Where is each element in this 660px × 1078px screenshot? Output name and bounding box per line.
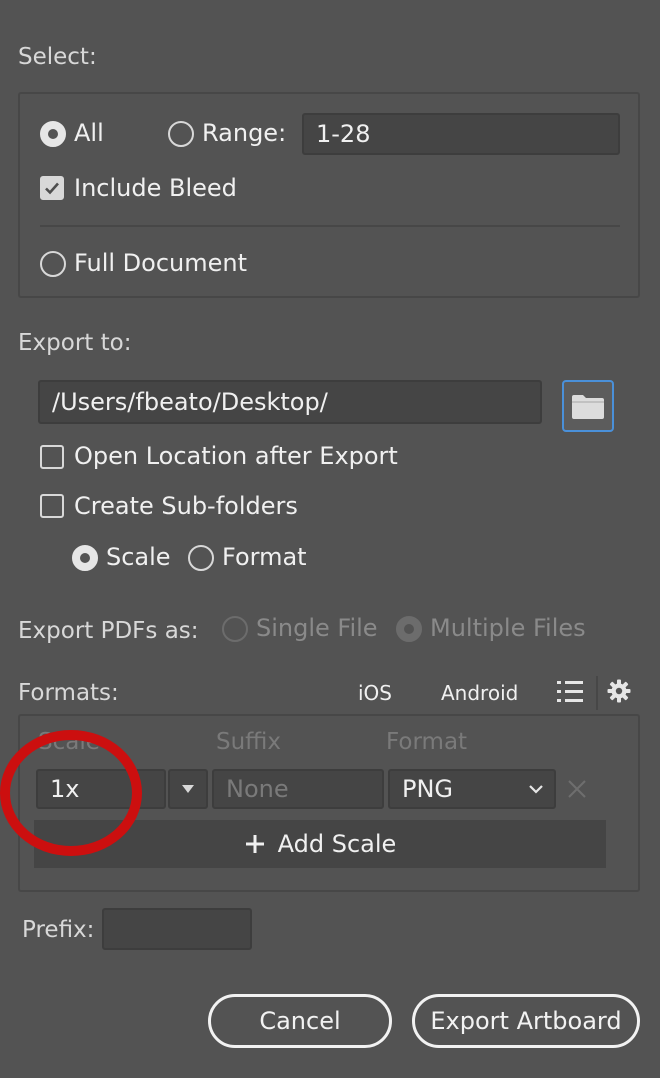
range-label[interactable]: Range: (202, 119, 286, 147)
plus-icon (245, 835, 264, 853)
format-select-value: PNG (402, 775, 454, 803)
range-radio[interactable] (168, 121, 194, 147)
export-pdfs-heading: Export PDFs as: (18, 618, 199, 644)
folder-icon (572, 395, 604, 419)
all-radio[interactable] (40, 121, 66, 147)
chevron-down-icon (529, 785, 543, 794)
add-scale-label: Add Scale (277, 830, 397, 858)
formats-heading: Formats: (18, 680, 119, 706)
all-label[interactable]: All (74, 119, 104, 147)
full-document-label[interactable]: Full Document (74, 249, 247, 277)
cancel-button[interactable]: Cancel (208, 994, 392, 1048)
triangle-down-icon (182, 785, 194, 793)
export-path-field[interactable]: /Users/fbeato/Desktop/ (38, 380, 542, 424)
subfolder-scale-label[interactable]: Scale (106, 543, 171, 571)
browse-folder-button[interactable] (562, 380, 614, 432)
multiple-files-radio[interactable] (396, 616, 422, 642)
select-heading: Select: (18, 44, 97, 70)
range-input[interactable]: 1-28 (302, 113, 620, 155)
suffix-input[interactable]: None (212, 769, 384, 809)
prefix-input[interactable] (102, 908, 252, 950)
subfolder-format-label[interactable]: Format (222, 543, 307, 571)
toolbar-divider (596, 676, 598, 710)
single-file-label[interactable]: Single File (256, 614, 378, 642)
android-preset-button[interactable]: Android (441, 681, 518, 705)
open-location-checkbox[interactable] (40, 445, 64, 469)
multiple-files-label[interactable]: Multiple Files (430, 614, 586, 642)
create-subfolders-label[interactable]: Create Sub-folders (74, 492, 298, 520)
list-icon[interactable] (556, 679, 584, 705)
include-bleed-checkbox[interactable] (40, 176, 64, 200)
select-divider (40, 225, 620, 227)
add-scale-button[interactable]: Add Scale (34, 820, 606, 868)
scale-column-header: Scale (38, 729, 100, 755)
scale-dropdown-button[interactable] (168, 769, 208, 809)
single-file-radio[interactable] (222, 616, 248, 642)
subfolder-format-radio[interactable] (188, 545, 214, 571)
export-artboard-button[interactable]: Export Artboard (412, 994, 640, 1048)
subfolder-scale-radio[interactable] (72, 545, 98, 571)
ios-preset-button[interactable]: iOS (358, 681, 392, 705)
open-location-label[interactable]: Open Location after Export (74, 442, 398, 470)
export-to-heading: Export to: (18, 330, 132, 356)
include-bleed-label[interactable]: Include Bleed (74, 174, 237, 202)
gear-icon[interactable] (607, 679, 631, 703)
prefix-label: Prefix: (22, 917, 95, 943)
create-subfolders-checkbox[interactable] (40, 494, 64, 518)
delete-row-icon[interactable] (566, 778, 588, 800)
full-document-radio[interactable] (40, 251, 66, 277)
suffix-column-header: Suffix (216, 729, 282, 755)
format-column-header: Format (386, 729, 468, 755)
format-select[interactable]: PNG (388, 769, 556, 809)
checkmark-icon (45, 182, 59, 195)
scale-input[interactable]: 1x (36, 769, 166, 809)
